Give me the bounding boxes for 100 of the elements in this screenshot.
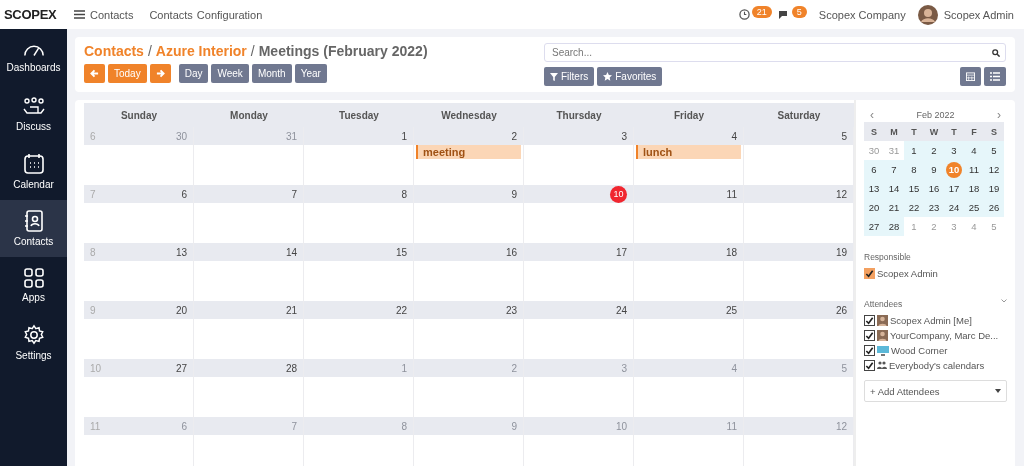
mini-calendar-day[interactable]: 20 — [864, 198, 884, 217]
calendar-event[interactable]: meeting — [416, 145, 521, 159]
mini-calendar-day[interactable]: 19 — [984, 179, 1004, 198]
day-number[interactable]: 25 — [725, 304, 737, 316]
mini-calendar-day[interactable]: 16 — [924, 179, 944, 198]
checkbox[interactable] — [864, 330, 875, 341]
mini-calendar-day[interactable]: 7 — [884, 160, 904, 179]
day-number[interactable]: 15 — [395, 246, 407, 258]
add-attendees-dropdown[interactable]: + Add Attendees — [864, 380, 1007, 402]
sidebar-item[interactable]: Calendar — [0, 143, 67, 200]
arrow-left-icon — [90, 69, 99, 78]
day-number[interactable]: 7 — [291, 188, 297, 200]
chevron-down-icon[interactable] — [1001, 299, 1007, 303]
checkbox[interactable] — [864, 345, 875, 356]
calendar-event[interactable]: lunch — [636, 145, 741, 159]
checkbox[interactable] — [864, 360, 875, 371]
mini-calendar-day[interactable]: 1 — [904, 141, 924, 160]
day-number[interactable]: 2 — [511, 130, 517, 142]
day-number[interactable]: 28 — [285, 362, 297, 374]
previous-month-arrow[interactable]: ‹ — [870, 108, 874, 122]
mini-calendar-day[interactable]: 23 — [924, 198, 944, 217]
mini-calendar-day[interactable]: 25 — [964, 198, 984, 217]
mini-calendar-day[interactable]: 22 — [904, 198, 924, 217]
day-number[interactable]: 16 — [505, 246, 517, 258]
mini-calendar-day[interactable]: 2 — [924, 141, 944, 160]
mini-calendar-day[interactable]: 3 — [944, 141, 964, 160]
day-number[interactable]: 1 — [401, 130, 407, 142]
mini-calendar-day[interactable]: 8 — [904, 160, 924, 179]
chat-icon[interactable] — [777, 9, 790, 20]
user-avatar[interactable] — [917, 4, 938, 25]
day-number[interactable]: 13 — [175, 246, 187, 258]
mini-calendar-day[interactable]: 9 — [924, 160, 944, 179]
mini-calendar-day[interactable]: 28 — [884, 217, 904, 236]
day-number[interactable]: 5 — [841, 130, 847, 142]
list-view-button[interactable] — [984, 67, 1006, 86]
weekday-header: Sunday — [84, 103, 194, 127]
checkbox-label: YourCompany, Marc De... — [890, 330, 999, 341]
day-number[interactable]: 11 — [726, 188, 737, 200]
filter-icon — [550, 72, 558, 81]
mini-calendar-day[interactable]: 4 — [964, 141, 984, 160]
menu-item[interactable]: Configuration — [196, 8, 263, 21]
scale-button[interactable]: Year — [294, 64, 327, 83]
menu-item[interactable]: Contacts — [149, 8, 193, 21]
week-number: 10 — [90, 362, 102, 374]
day-number[interactable]: 23 — [505, 304, 517, 316]
day-number[interactable]: 18 — [725, 246, 737, 258]
next-button[interactable] — [149, 64, 171, 83]
logo[interactable]: SCOPEX — [4, 7, 74, 22]
day-number[interactable]: 17 — [615, 246, 627, 258]
checkbox[interactable] — [864, 315, 875, 326]
day-number[interactable]: 3 — [621, 130, 627, 142]
contact-book-icon — [23, 210, 44, 232]
scale-button[interactable]: Day — [178, 64, 209, 83]
app-name[interactable]: Contacts — [90, 8, 134, 21]
company-name[interactable]: Scopex Company — [818, 8, 906, 21]
mini-calendar-day[interactable]: 17 — [944, 179, 964, 198]
mini-calendar-day[interactable]: 12 — [984, 160, 1004, 179]
day-number[interactable]: 26 — [835, 304, 847, 316]
day-number[interactable]: 9 — [511, 188, 517, 200]
day-number[interactable]: 20 — [175, 304, 187, 316]
mini-calendar-day[interactable]: 26 — [984, 198, 1004, 217]
mini-calendar-day[interactable]: 21 — [884, 198, 904, 217]
day-number[interactable]: 4 — [731, 130, 737, 142]
user-name[interactable]: Scopex Admin — [943, 8, 1014, 21]
day-number[interactable]: 24 — [615, 304, 627, 316]
mini-calendar-day[interactable]: 5 — [984, 141, 1004, 160]
next-month-arrow[interactable]: › — [997, 108, 1001, 122]
day-number[interactable]: 22 — [395, 304, 407, 316]
clock-icon[interactable] — [738, 9, 750, 20]
sidebar-item[interactable]: Apps — [0, 257, 67, 314]
day-number[interactable]: 12 — [835, 188, 847, 200]
calendar-view-button[interactable] — [960, 67, 981, 86]
search-field[interactable]: Search... — [544, 43, 1006, 62]
mini-calendar-day[interactable]: 11 — [964, 160, 984, 179]
sidebar-item[interactable]: Dashboards — [0, 29, 67, 86]
mini-calendar-day[interactable]: 27 — [864, 217, 884, 236]
filters-button[interactable]: Filters — [544, 67, 595, 86]
day-number[interactable]: 27 — [175, 362, 187, 374]
previous-button[interactable] — [84, 64, 105, 83]
day-number[interactable]: 19 — [835, 246, 847, 258]
scale-button[interactable]: Month — [251, 64, 292, 83]
sidebar-item[interactable]: Settings — [0, 314, 67, 371]
checkbox[interactable] — [864, 268, 875, 279]
day-number[interactable]: 6 — [181, 188, 187, 200]
sidebar-item[interactable]: Contacts — [0, 200, 67, 257]
day-number[interactable]: 14 — [285, 246, 297, 258]
today-marker[interactable]: 10 — [610, 185, 627, 203]
scale-button[interactable]: Week — [211, 64, 249, 83]
sidebar-item[interactable]: Discuss — [0, 86, 67, 143]
favorites-button[interactable]: Favorites — [597, 67, 663, 86]
weekday-header: Friday — [634, 103, 744, 127]
day-number[interactable]: 8 — [401, 188, 407, 200]
mini-calendar-day[interactable]: 24 — [944, 198, 964, 217]
mini-calendar-day[interactable]: 14 — [884, 179, 904, 198]
mini-calendar-day[interactable]: 13 — [864, 179, 884, 198]
menu-icon[interactable] — [74, 10, 85, 19]
mini-calendar-day[interactable]: 15 — [904, 179, 924, 198]
day-number[interactable]: 21 — [285, 304, 297, 316]
mini-calendar-day[interactable]: 18 — [964, 179, 984, 198]
mini-calendar-day[interactable]: 6 — [864, 160, 884, 179]
